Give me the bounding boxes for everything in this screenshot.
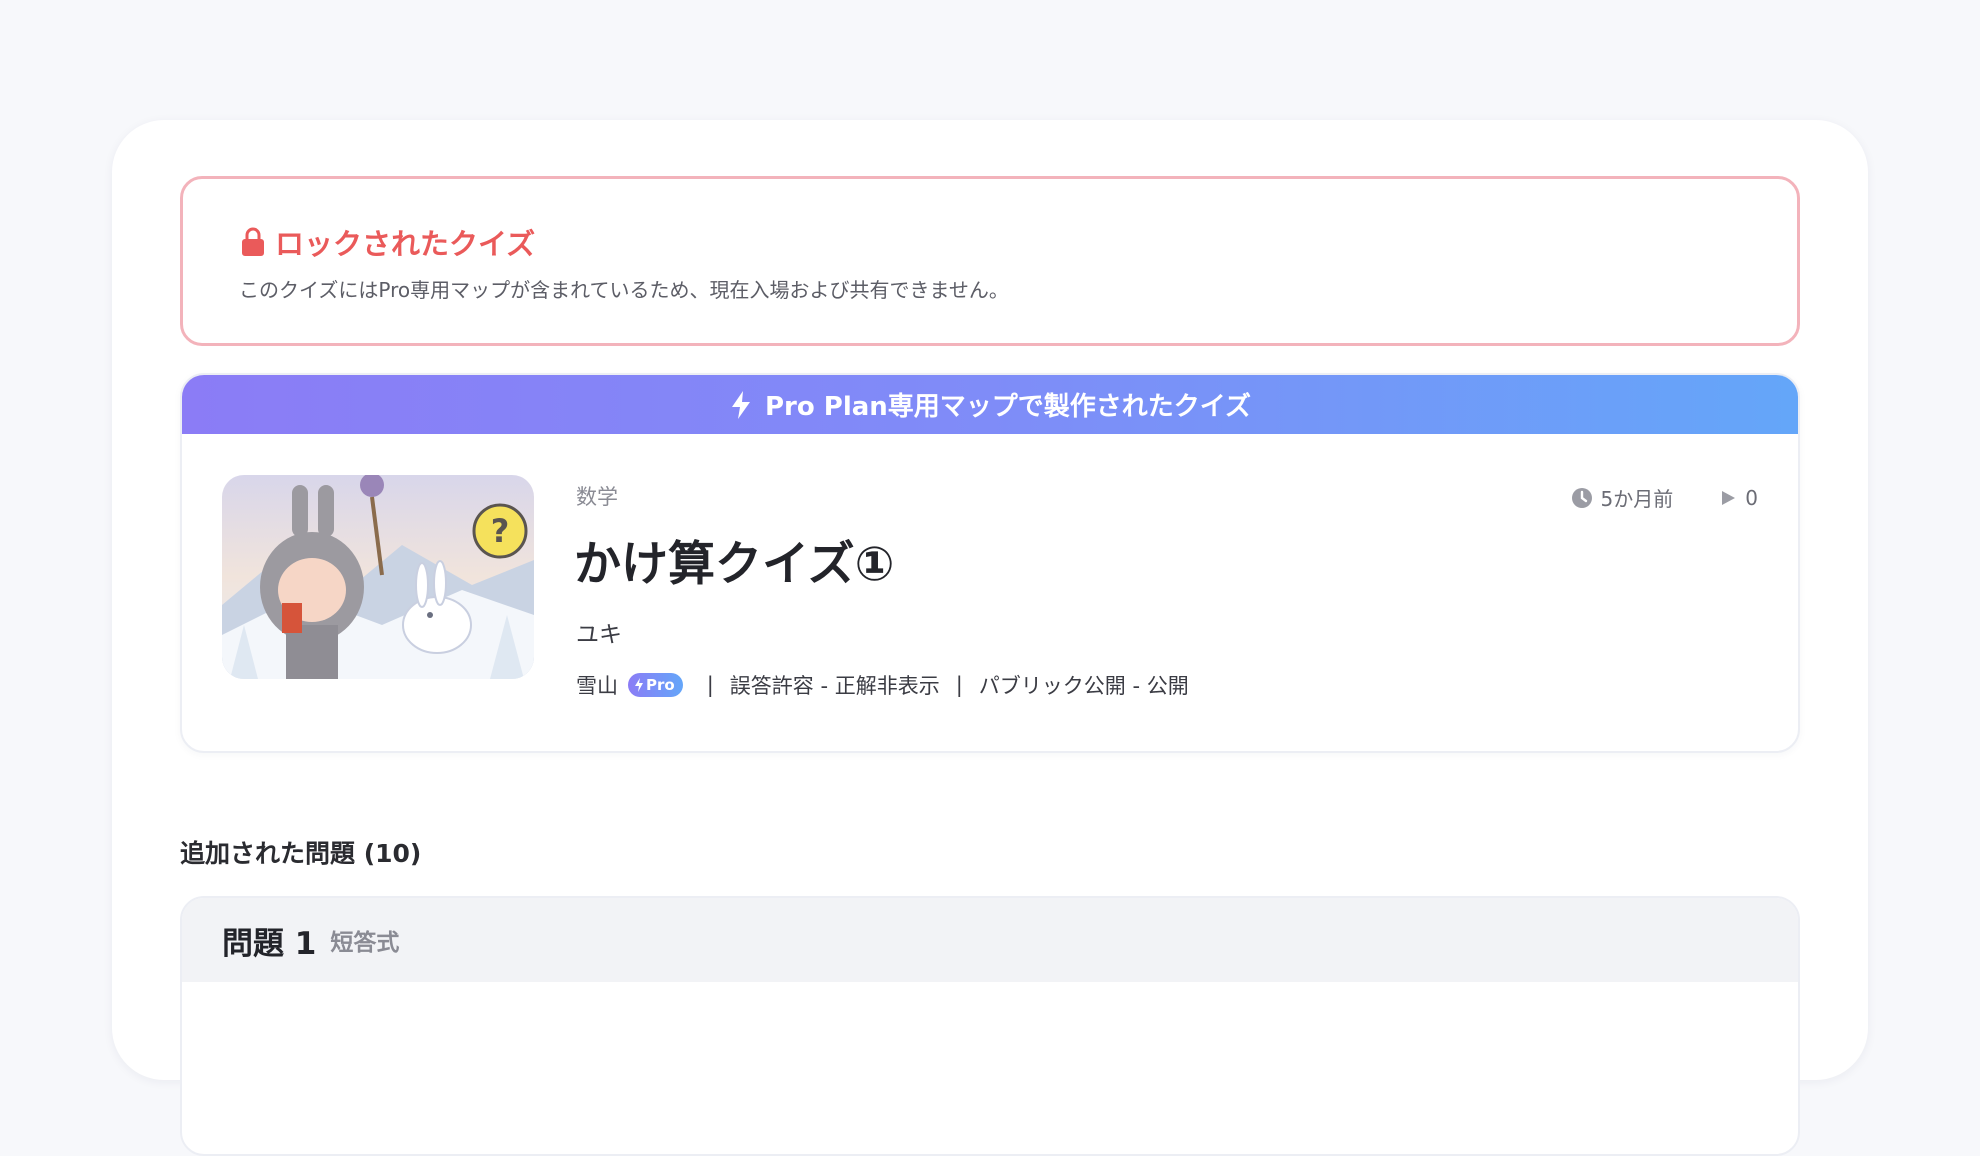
question-number: 問題 1 [222, 925, 317, 962]
quiz-info-card[interactable]: Pro Plan専用マップで製作されたクイズ ? 数学 かけ算クイズ① ユキ 雪… [180, 373, 1800, 753]
separator: | [955, 673, 963, 697]
quiz-author: ユキ [576, 622, 622, 648]
quiz-detail-card: ロックされたクイズ このクイズにはPro専用マップが含まれているため、現在入場お… [112, 120, 1868, 1156]
visibility-setting: パブリック公開 - 公開 [978, 674, 1189, 698]
updated-time: 5か月前 [1600, 487, 1674, 511]
quiz-thumbnail: ? [222, 475, 534, 679]
quiz-category: 数学 [576, 485, 618, 509]
pro-badge-label: Pro [646, 676, 675, 694]
lightning-icon [729, 390, 753, 420]
locked-title: ロックされたクイズ [241, 221, 535, 263]
lightning-icon [634, 678, 644, 692]
locked-quiz-alert: ロックされたクイズ このクイズにはPro専用マップが含まれているため、現在入場お… [180, 176, 1800, 346]
clock-icon [1571, 487, 1593, 509]
pro-plan-banner-text: Pro Plan専用マップで製作されたクイズ [764, 392, 1252, 422]
quiz-title: かけ算クイズ① [574, 537, 895, 592]
questions-heading: 追加された問題 (10) [180, 839, 422, 868]
quiz-stats: 5か月前 0 [1571, 483, 1758, 512]
question-header: 問題 1 短答式 [182, 898, 1798, 982]
separator: | [706, 673, 714, 697]
pro-plan-banner: Pro Plan専用マップで製作されたクイズ [182, 375, 1798, 434]
pro-badge: Pro [628, 673, 683, 697]
question-card[interactable]: 問題 1 短答式 [180, 896, 1800, 1156]
question-type: 短答式 [330, 930, 400, 956]
updated-stat: 5か月前 [1571, 483, 1674, 512]
quiz-meta: 雪山 Pro | 誤答許容 - 正解非表示 | パブリック公開 - 公開 [576, 670, 1189, 700]
svg-text:?: ? [491, 512, 510, 550]
locked-title-text: ロックされたクイズ [275, 227, 536, 261]
map-name: 雪山 [576, 674, 618, 698]
play-icon [1719, 489, 1737, 507]
lock-icon [241, 227, 265, 257]
play-count-stat: 0 [1719, 486, 1758, 510]
play-count: 0 [1745, 485, 1758, 510]
locked-description: このクイズにはPro専用マップが含まれているため、現在入場および共有できません。 [239, 278, 1009, 302]
answer-setting: 誤答許容 - 正解非表示 [729, 674, 940, 698]
